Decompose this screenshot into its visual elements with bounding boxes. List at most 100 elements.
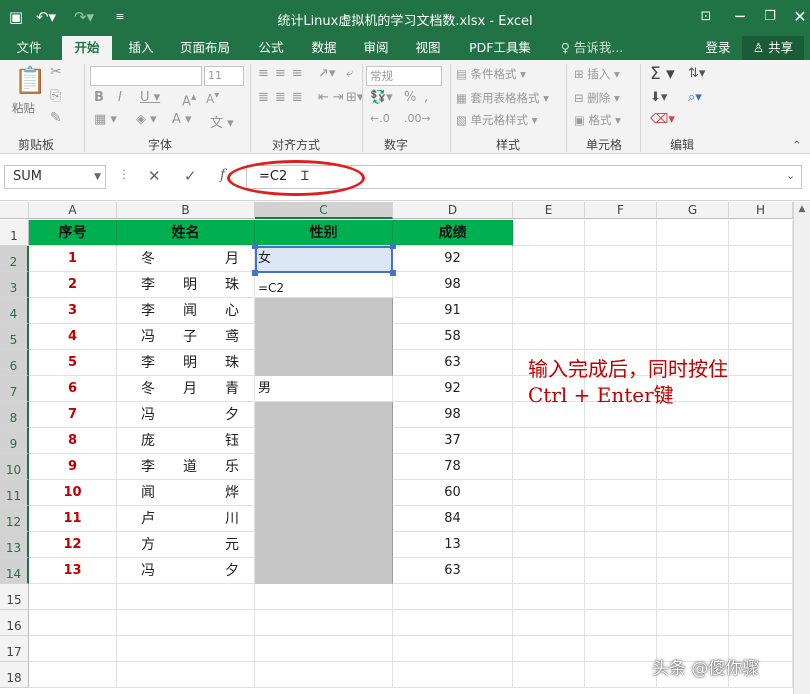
grid-cell[interactable] xyxy=(585,480,657,506)
cell-grade[interactable]: 92 xyxy=(393,376,513,402)
cell-name[interactable]: 方元 xyxy=(117,532,255,558)
grid-cell[interactable] xyxy=(513,324,585,350)
cell-no[interactable]: 5 xyxy=(29,350,117,376)
grid-cell[interactable] xyxy=(585,454,657,480)
collapse-ribbon-icon[interactable]: ⌃ xyxy=(792,138,802,152)
grid-cell[interactable] xyxy=(729,428,793,454)
grid-cell[interactable] xyxy=(255,636,393,662)
cut-icon[interactable]: ✂ xyxy=(50,64,62,80)
grid-cell[interactable] xyxy=(729,584,793,610)
cell-name[interactable]: 李明珠 xyxy=(117,272,255,298)
orientation-icon[interactable]: ↗▾ xyxy=(318,66,335,81)
fill-color-icon[interactable]: ◈ ▾ xyxy=(136,112,157,127)
grid-cell[interactable] xyxy=(657,454,729,480)
number-format-select[interactable]: 常规 xyxy=(366,66,442,86)
cell-no[interactable]: 1 xyxy=(29,246,117,272)
insert-function-icon[interactable]: f xyxy=(220,167,225,183)
grid-cell[interactable] xyxy=(657,584,729,610)
cell-gender[interactable] xyxy=(255,324,393,350)
cell-grade[interactable]: 92 xyxy=(393,246,513,272)
percent-icon[interactable]: % xyxy=(404,90,416,105)
cell-gender[interactable] xyxy=(255,558,393,584)
selection-handle[interactable] xyxy=(252,270,258,276)
grid-cell[interactable] xyxy=(513,610,585,636)
row-header-13[interactable]: 13 xyxy=(0,532,29,558)
tab-data[interactable]: 数据 xyxy=(304,36,344,60)
cell-grade[interactable]: 13 xyxy=(393,532,513,558)
grid-cell[interactable] xyxy=(513,272,585,298)
cell-grade[interactable]: 58 xyxy=(393,324,513,350)
grid-cell[interactable] xyxy=(729,324,793,350)
cell-name[interactable]: 李道乐 xyxy=(117,454,255,480)
sort-filter-icon[interactable]: ⇅▾ xyxy=(688,66,705,81)
tab-insert[interactable]: 插入 xyxy=(120,36,162,60)
grid-cell[interactable] xyxy=(513,662,585,688)
delete-cells-button[interactable]: ⊟ 删除 ▾ xyxy=(574,90,620,106)
increase-decimal-icon[interactable]: ←.0 xyxy=(370,112,390,125)
grid-cell[interactable] xyxy=(117,662,255,688)
grid-cell[interactable] xyxy=(585,636,657,662)
tab-view[interactable]: 视图 xyxy=(408,36,448,60)
cell-name[interactable]: 冯夕 xyxy=(117,402,255,428)
font-shrink-icon[interactable]: A▾ xyxy=(206,90,219,106)
decrease-decimal-icon[interactable]: .00→ xyxy=(404,112,431,125)
grid-cell[interactable] xyxy=(657,324,729,350)
cell-no[interactable]: 9 xyxy=(29,454,117,480)
row-header-4[interactable]: 4 xyxy=(0,298,29,324)
cell-no[interactable]: 3 xyxy=(29,298,117,324)
grid-cell[interactable] xyxy=(513,454,585,480)
grid-cell[interactable] xyxy=(585,324,657,350)
row-header-11[interactable]: 11 xyxy=(0,480,29,506)
tab-home[interactable]: 开始 xyxy=(62,36,112,60)
cell-no[interactable]: 13 xyxy=(29,558,117,584)
row-header-14[interactable]: 14 xyxy=(0,558,29,584)
selection-handle[interactable] xyxy=(252,243,258,249)
ribbon-display-icon[interactable]: ⊡ xyxy=(688,4,724,30)
grid-cell[interactable] xyxy=(729,506,793,532)
cell-name[interactable]: 冯子鸢 xyxy=(117,324,255,350)
row-header-8[interactable]: 8 xyxy=(0,402,29,428)
grid-cell[interactable] xyxy=(729,246,793,272)
grid-cell[interactable] xyxy=(657,428,729,454)
conditional-formatting-button[interactable]: ▤ 条件格式 ▾ xyxy=(456,66,526,82)
cell-grade[interactable]: 98 xyxy=(393,402,513,428)
cell-name[interactable]: 卢川 xyxy=(117,506,255,532)
cell-name[interactable]: 冬月 xyxy=(117,246,255,272)
cell-no[interactable]: 4 xyxy=(29,324,117,350)
grid-cell[interactable] xyxy=(585,298,657,324)
grid-cell[interactable] xyxy=(657,506,729,532)
column-header-g[interactable]: G xyxy=(657,202,729,219)
grid-cell[interactable] xyxy=(657,272,729,298)
grid-cell[interactable] xyxy=(729,454,793,480)
cell-gender[interactable] xyxy=(255,480,393,506)
cell-grade[interactable]: 63 xyxy=(393,558,513,584)
row-header-17[interactable]: 17 xyxy=(0,636,29,662)
cell-gender[interactable]: =C2 xyxy=(255,272,393,298)
cell-name[interactable]: 李闻心 xyxy=(117,298,255,324)
grid-cell[interactable] xyxy=(729,532,793,558)
grid-cell[interactable] xyxy=(513,506,585,532)
font-grow-icon[interactable]: A▴ xyxy=(182,90,196,109)
underline-icon[interactable]: U ▾ xyxy=(140,90,160,105)
cell-no[interactable]: 2 xyxy=(29,272,117,298)
column-header-f[interactable]: F xyxy=(585,202,657,219)
cell-grade[interactable]: 78 xyxy=(393,454,513,480)
grid-cell[interactable] xyxy=(657,558,729,584)
tab-file[interactable]: 文件 xyxy=(6,36,52,60)
column-header-h[interactable]: H xyxy=(729,202,793,219)
cell-no[interactable]: 7 xyxy=(29,402,117,428)
grid-cell[interactable] xyxy=(513,636,585,662)
vertical-align-icons[interactable]: ≡≡≡ xyxy=(258,66,309,81)
cell-no[interactable]: 11 xyxy=(29,506,117,532)
enter-icon[interactable]: ✓ xyxy=(184,167,197,185)
indent-icons[interactable]: ⇤⇥ xyxy=(318,90,348,105)
wrap-text-icon[interactable]: ⤶ xyxy=(346,66,353,81)
column-header-d[interactable]: D xyxy=(393,202,513,219)
grid-cell[interactable] xyxy=(729,298,793,324)
row-header-5[interactable]: 5 xyxy=(0,324,29,350)
row-header-12[interactable]: 12 xyxy=(0,506,29,532)
paste-icon[interactable]: 📋 xyxy=(14,66,46,96)
grid-cell[interactable] xyxy=(585,428,657,454)
tell-me-search[interactable]: ♀ 告诉我... xyxy=(552,36,632,60)
grid-cell[interactable] xyxy=(513,220,585,246)
